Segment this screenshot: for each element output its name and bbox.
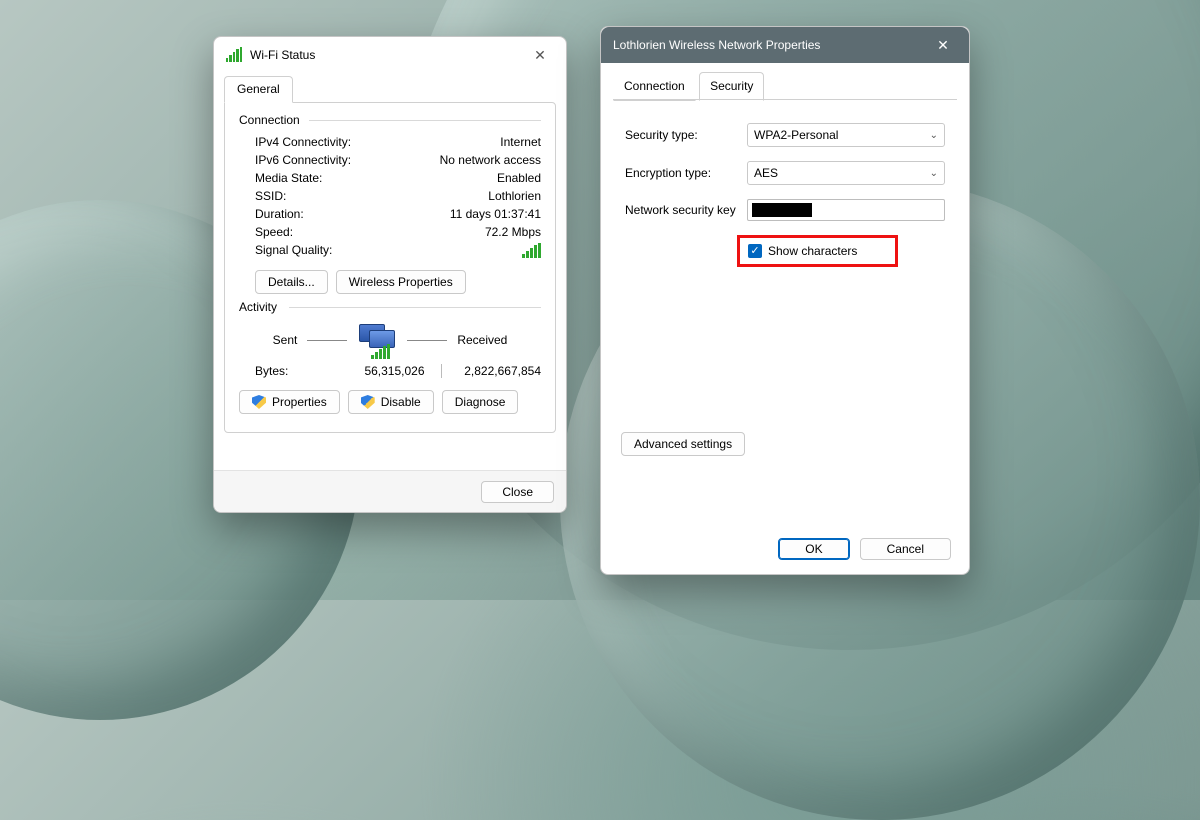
titlebar[interactable]: Lothlorien Wireless Network Properties ✕	[601, 27, 969, 63]
duration-label: Duration:	[255, 207, 304, 221]
tab-body-general: Connection IPv4 Connectivity: Internet IP…	[224, 102, 556, 433]
media-state-value: Enabled	[497, 171, 541, 185]
close-icon: ✕	[534, 48, 546, 62]
close-button[interactable]: ✕	[518, 40, 562, 70]
media-state-label: Media State:	[255, 171, 322, 185]
activity-diagram: Sent Received	[239, 322, 541, 358]
speed-value: 72.2 Mbps	[485, 225, 541, 239]
close-dialog-button[interactable]: Close	[481, 481, 554, 503]
bytes-received-value: 2,822,667,854	[442, 364, 542, 378]
details-button[interactable]: Details...	[255, 270, 328, 294]
show-characters-highlight: ✓ Show characters	[737, 235, 898, 267]
close-button[interactable]: ✕	[921, 30, 965, 60]
wireless-properties-window: Lothlorien Wireless Network Properties ✕…	[600, 26, 970, 575]
chevron-down-icon: ⌄	[930, 130, 938, 141]
tab-strip: Connection Security	[601, 71, 969, 100]
wifi-signal-icon	[226, 47, 242, 63]
signal-quality-icon	[522, 243, 541, 258]
ssid-label: SSID:	[255, 189, 286, 203]
tab-general[interactable]: General	[224, 76, 293, 103]
bytes-label: Bytes:	[255, 364, 325, 378]
disable-button[interactable]: Disable	[348, 390, 434, 414]
duration-value: 11 days 01:37:41	[450, 207, 541, 221]
close-icon: ✕	[937, 38, 949, 52]
security-type-select[interactable]: WPA2-Personal ⌄	[747, 123, 945, 147]
tab-connection[interactable]: Connection	[613, 72, 696, 101]
divider-line	[407, 340, 447, 341]
ssid-value: Lothlorien	[488, 189, 541, 203]
security-type-label: Security type:	[625, 128, 747, 142]
bytes-sent-value: 56,315,026	[325, 364, 441, 378]
tab-security[interactable]: Security	[699, 72, 764, 101]
security-type-value: WPA2-Personal	[754, 128, 838, 142]
disable-button-label: Disable	[381, 395, 421, 409]
shield-icon	[361, 395, 375, 409]
received-label: Received	[457, 333, 507, 347]
window-title: Wi-Fi Status	[250, 48, 315, 62]
titlebar[interactable]: Wi-Fi Status ✕	[214, 37, 566, 73]
ok-button[interactable]: OK	[778, 538, 849, 560]
show-characters-checkbox[interactable]: ✓	[748, 244, 762, 258]
shield-icon	[252, 395, 266, 409]
ipv4-label: IPv4 Connectivity:	[255, 135, 351, 149]
ipv6-label: IPv6 Connectivity:	[255, 153, 351, 167]
advanced-settings-button[interactable]: Advanced settings	[621, 432, 745, 456]
divider-line	[307, 340, 347, 341]
tab-strip: General	[214, 75, 566, 102]
chevron-down-icon: ⌄	[930, 168, 938, 179]
speed-label: Speed:	[255, 225, 293, 239]
signal-quality-label: Signal Quality:	[255, 243, 332, 258]
network-key-input[interactable]	[747, 199, 945, 221]
encryption-type-select[interactable]: AES ⌄	[747, 161, 945, 185]
ipv4-value: Internet	[500, 135, 541, 149]
redacted-key-value	[752, 203, 812, 217]
dialog-footer: Close	[214, 470, 566, 512]
wifi-status-window: Wi-Fi Status ✕ General Connection IPv4 C…	[213, 36, 567, 513]
group-connection-label: Connection	[239, 113, 541, 127]
ipv6-value: No network access	[440, 153, 541, 167]
group-activity-label: Activity	[239, 300, 541, 314]
properties-button-label: Properties	[272, 395, 327, 409]
encryption-type-value: AES	[754, 166, 778, 180]
window-title: Lothlorien Wireless Network Properties	[613, 38, 820, 52]
dialog-footer: OK Cancel	[601, 524, 969, 574]
network-key-label: Network security key	[625, 203, 747, 217]
diagnose-button[interactable]: Diagnose	[442, 390, 519, 414]
security-form: Security type: WPA2-Personal ⌄ Encryptio…	[601, 101, 969, 277]
tab-underline	[613, 99, 957, 100]
properties-button[interactable]: Properties	[239, 390, 340, 414]
network-computers-icon	[357, 322, 397, 358]
sent-label: Sent	[273, 333, 298, 347]
cancel-button[interactable]: Cancel	[860, 538, 951, 560]
encryption-type-label: Encryption type:	[625, 166, 747, 180]
wireless-properties-button[interactable]: Wireless Properties	[336, 270, 466, 294]
show-characters-label: Show characters	[768, 244, 857, 258]
